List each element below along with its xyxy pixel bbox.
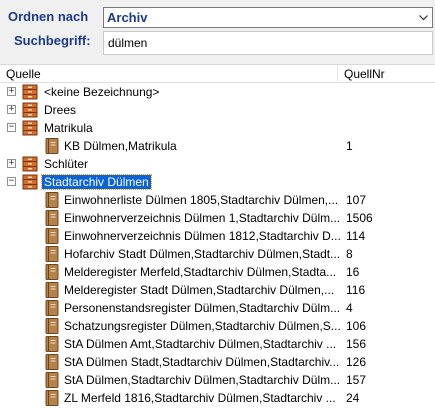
source-number: 4 (346, 301, 353, 315)
tree-item-row[interactable]: Hofarchiv Stadt Dülmen,Stadtarchiv Dülme… (0, 245, 435, 263)
archive-icon (22, 174, 38, 190)
source-number: 1 (346, 139, 353, 153)
source-title: Schatzungsregister Dülmen,Stadtarchiv Dü… (64, 319, 341, 333)
book-icon (45, 228, 59, 244)
source-number: 116 (346, 283, 366, 297)
book-icon (45, 372, 59, 388)
archive-icon (22, 84, 38, 100)
search-input[interactable]: dülmen (103, 31, 433, 55)
search-label: Suchbegriff: (14, 33, 91, 48)
tree-item-row[interactable]: KB Dülmen,Matrikula 1 (0, 137, 435, 155)
archive-icon (22, 102, 38, 118)
tree-group-row[interactable]: + Drees (0, 101, 435, 119)
source-number: 126 (346, 355, 367, 369)
sort-combobox[interactable]: Archiv (103, 7, 433, 28)
source-number: 24 (346, 391, 360, 405)
book-icon (45, 318, 59, 334)
column-header-source[interactable]: Quelle (6, 67, 41, 81)
tree-item-row[interactable]: Einwohnerliste Dülmen 1805,Stadtarchiv D… (0, 191, 435, 209)
expand-icon[interactable]: + (7, 105, 16, 114)
source-number: 156 (346, 337, 367, 351)
collapse-icon[interactable]: − (7, 177, 16, 186)
tree-item-row[interactable]: Melderegister Stadt Dülmen,Stadtarchiv D… (0, 281, 435, 299)
tree-item-row[interactable]: Personenstandsregister Dülmen,Stadtarchi… (0, 299, 435, 317)
search-value: dülmen (108, 36, 148, 50)
book-icon (45, 192, 59, 208)
archive-icon (22, 120, 38, 136)
tree-item-row[interactable]: Einwohnerverzeichnis Dülmen 1812,Stadtar… (0, 227, 435, 245)
source-title: Personenstandsregister Dülmen,Stadtarchi… (64, 301, 341, 315)
tree-group-label: Matrikula (44, 121, 93, 135)
tree-item-row[interactable]: Einwohnerverzeichnis Dülmen 1,Stadtarchi… (0, 209, 435, 227)
tree-item-row[interactable]: Schatzungsregister Dülmen,Stadtarchiv Dü… (0, 317, 435, 335)
tree-group-row[interactable]: − Matrikula (0, 119, 435, 137)
book-icon (45, 336, 59, 352)
source-number: 1506 (346, 211, 373, 225)
filter-panel: Ordnen nach Archiv Suchbegriff: dülmen (0, 0, 435, 64)
tree-group-label: Stadtarchiv Dülmen (41, 174, 152, 190)
tree-item-row[interactable]: Melderegister Merfeld,Stadtarchiv Dülmen… (0, 263, 435, 281)
source-title: Hofarchiv Stadt Dülmen,Stadtarchiv Dülme… (64, 247, 341, 261)
source-number: 106 (346, 319, 367, 333)
book-icon (45, 264, 59, 280)
book-icon (45, 246, 59, 262)
tree-item-row[interactable]: ZL Merfeld 1816,Stadtarchiv Dülmen,Stadt… (0, 389, 435, 407)
tree-group-row[interactable]: + Schlüter (0, 155, 435, 173)
book-icon (45, 390, 59, 406)
source-title: StA Dülmen Stadt,Stadtarchiv Dülmen,Stad… (64, 355, 340, 369)
source-title: Einwohnerliste Dülmen 1805,Stadtarchiv D… (64, 193, 339, 207)
source-title: Melderegister Stadt Dülmen,Stadtarchiv D… (64, 283, 335, 297)
tree-header: Quelle QuellNr (0, 65, 435, 83)
expand-icon[interactable]: + (7, 159, 16, 168)
source-title: Einwohnerverzeichnis Dülmen 1812,Stadtar… (64, 229, 341, 243)
source-number: 114 (346, 229, 366, 243)
collapse-icon[interactable]: − (7, 123, 16, 132)
column-header-number[interactable]: QuellNr (344, 67, 385, 81)
tree-group-label: <keine Bezeichnung> (44, 85, 160, 99)
source-title: Einwohnerverzeichnis Dülmen 1,Stadtarchi… (64, 211, 341, 225)
source-title: KB Dülmen,Matrikula (64, 139, 177, 153)
chevron-down-icon[interactable] (415, 8, 432, 27)
tree-item-row[interactable]: StA Dülmen,Stadtarchiv Dülmen,Stadtarchi… (0, 371, 435, 389)
tree-item-row[interactable]: StA Dülmen Amt,Stadtarchiv Dülmen,Stadta… (0, 335, 435, 353)
column-divider[interactable] (337, 65, 338, 83)
sort-label: Ordnen nach (8, 9, 89, 24)
book-icon (45, 210, 59, 226)
source-title: Melderegister Merfeld,Stadtarchiv Dülmen… (64, 265, 337, 279)
expand-icon[interactable]: + (7, 87, 16, 96)
sort-value: Archiv (107, 10, 148, 25)
source-title: StA Dülmen Amt,Stadtarchiv Dülmen,Stadta… (64, 337, 337, 351)
source-number: 16 (346, 265, 360, 279)
archive-icon (22, 156, 38, 172)
tree-group-label: Drees (44, 103, 77, 117)
book-icon (45, 354, 59, 370)
book-icon (45, 300, 59, 316)
source-number: 157 (346, 373, 367, 387)
tree-group-label: Schlüter (44, 157, 89, 171)
source-number: 8 (346, 247, 353, 261)
source-number: 107 (346, 193, 367, 207)
tree-group-row[interactable]: + <keine Bezeichnung> (0, 83, 435, 101)
book-icon (45, 282, 59, 298)
book-icon (45, 138, 59, 154)
tree-group-row[interactable]: − Stadtarchiv Dülmen (0, 173, 435, 191)
tree-item-row[interactable]: StA Dülmen Stadt,Stadtarchiv Dülmen,Stad… (0, 353, 435, 371)
source-title: ZL Merfeld 1816,Stadtarchiv Dülmen,Stadt… (64, 391, 336, 405)
source-tree[interactable]: Quelle QuellNr + <keine Bezeichnung> + Dree… (0, 64, 435, 406)
source-title: StA Dülmen,Stadtarchiv Dülmen,Stadtarchi… (64, 373, 341, 387)
